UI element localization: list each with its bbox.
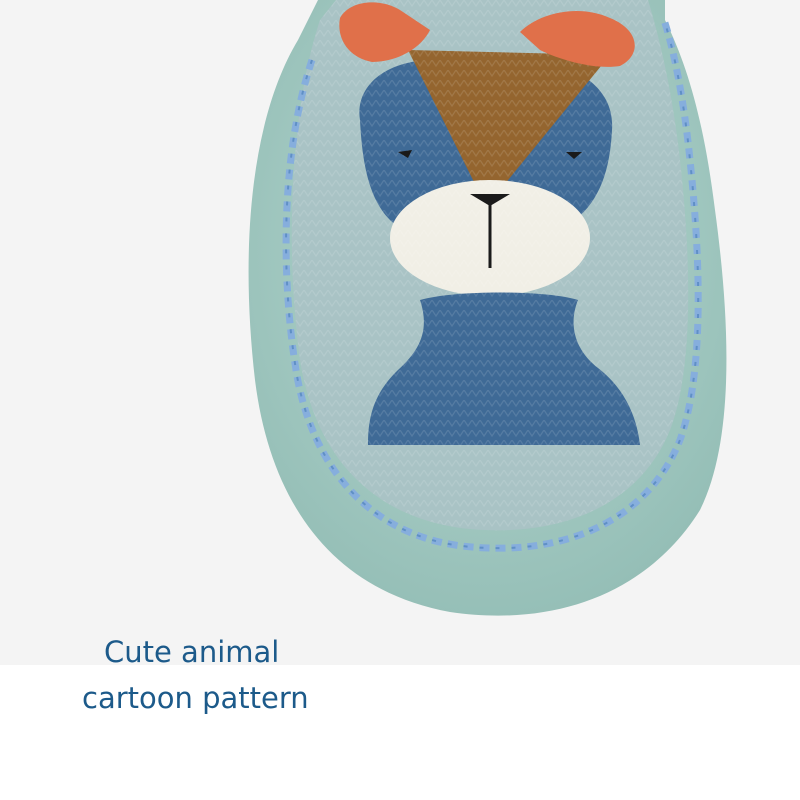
product-photo (0, 0, 800, 665)
caption-line-2: cartoon pattern (82, 681, 309, 715)
sock-shoe-illustration (0, 0, 800, 665)
caption-line-1: Cute animal (104, 635, 280, 669)
